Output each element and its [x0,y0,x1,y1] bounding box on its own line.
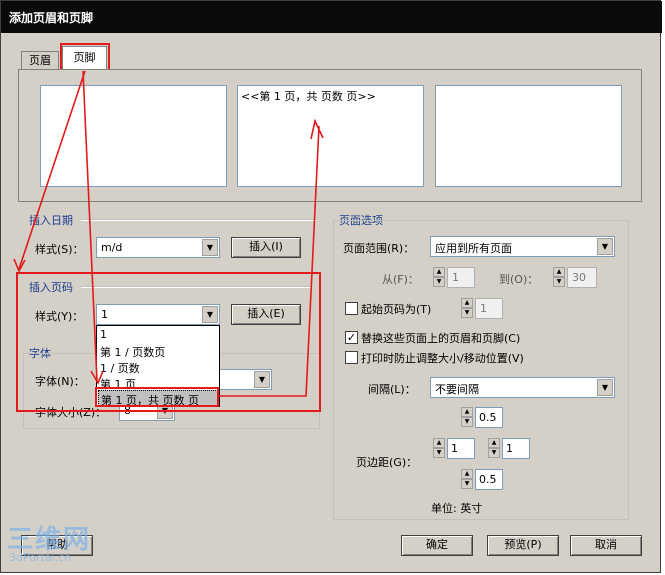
arrow-tab-to-page-number [18,70,86,270]
start-page-value: 1 [480,302,487,315]
margin-left-input[interactable]: 1 [447,438,475,459]
spacing-number-value: 0.5 [479,411,497,424]
start-page-label[interactable]: 起始页码为(T) [361,301,431,317]
page-range-value: 应用到所有页面 [435,242,512,255]
page-range-select[interactable]: 应用到所有页面 ▼ [430,236,615,257]
unit-text: 单位: 英寸 [431,502,483,515]
margin-right-input[interactable]: 1 [502,438,530,459]
margin-bottom-value: 0.5 [479,473,497,486]
cancel-button[interactable]: 取消 [570,535,642,556]
start-page-input[interactable]: 1 [475,298,503,319]
margin-right-spinner-arrows[interactable]: ▲ ▼ [488,438,500,459]
spacing-spinner-arrows[interactable]: ▲ ▼ [461,407,473,428]
ok-button[interactable]: 确定 [401,535,473,556]
margin-label: 页边距(G)： [356,456,418,469]
spacing-number-input[interactable]: 0.5 [475,407,503,428]
margin-left-spinner-arrows[interactable]: ▲ ▼ [433,438,445,459]
to-label: 到(O)： [499,273,539,286]
preview-button[interactable]: 预览(P) [487,535,559,556]
replace-checkbox[interactable]: ✓ [345,331,358,344]
to-value: 30 [572,271,586,284]
page-range-label: 页面范围(R)： [343,242,415,255]
add-header-footer-dialog: 添加页眉和页脚 页眉 页脚 <<第 1 页，共 页数 页>> 插入日期 样式(S… [0,0,662,573]
spacing-value: 不要间隔 [435,383,479,396]
replace-label[interactable]: 替换这些页面上的页眉和页脚(C) [361,330,520,346]
arrow-tab-to-option [82,70,98,382]
to-input[interactable]: 30 [567,267,597,288]
spacing-label: 间隔(L)： [368,383,416,396]
start-page-spinner-arrows[interactable]: ▲ ▼ [461,298,473,319]
start-page-checkbox[interactable] [345,302,358,315]
margin-bottom-spinner-arrows[interactable]: ▲ ▼ [461,469,473,490]
to-spinner-arrows[interactable]: ▲ ▼ [553,267,565,288]
spacing-select[interactable]: 不要间隔 ▼ [430,377,615,398]
watermark-logo: 三维网 3dPortal.cn [7,519,107,571]
watermark-small: 3dPortal.cn [9,551,72,564]
chevron-down-icon[interactable]: ▼ [597,238,613,255]
from-value: 1 [452,271,459,284]
from-label: 从(F)： [382,273,419,286]
prevent-resize-label[interactable]: 打印时防止调整大小/移动位置(V) [361,350,524,366]
arrowhead-center [310,118,324,140]
margin-right-value: 1 [506,442,513,455]
from-input[interactable]: 1 [447,267,475,288]
chevron-down-icon[interactable]: ▼ [597,379,613,396]
arrow-option-to-center [219,125,320,397]
from-spinner-arrows[interactable]: ▲ ▼ [433,267,445,288]
margin-bottom-input[interactable]: 0.5 [475,469,503,490]
prevent-resize-checkbox[interactable] [345,351,358,364]
margin-left-value: 1 [451,442,458,455]
